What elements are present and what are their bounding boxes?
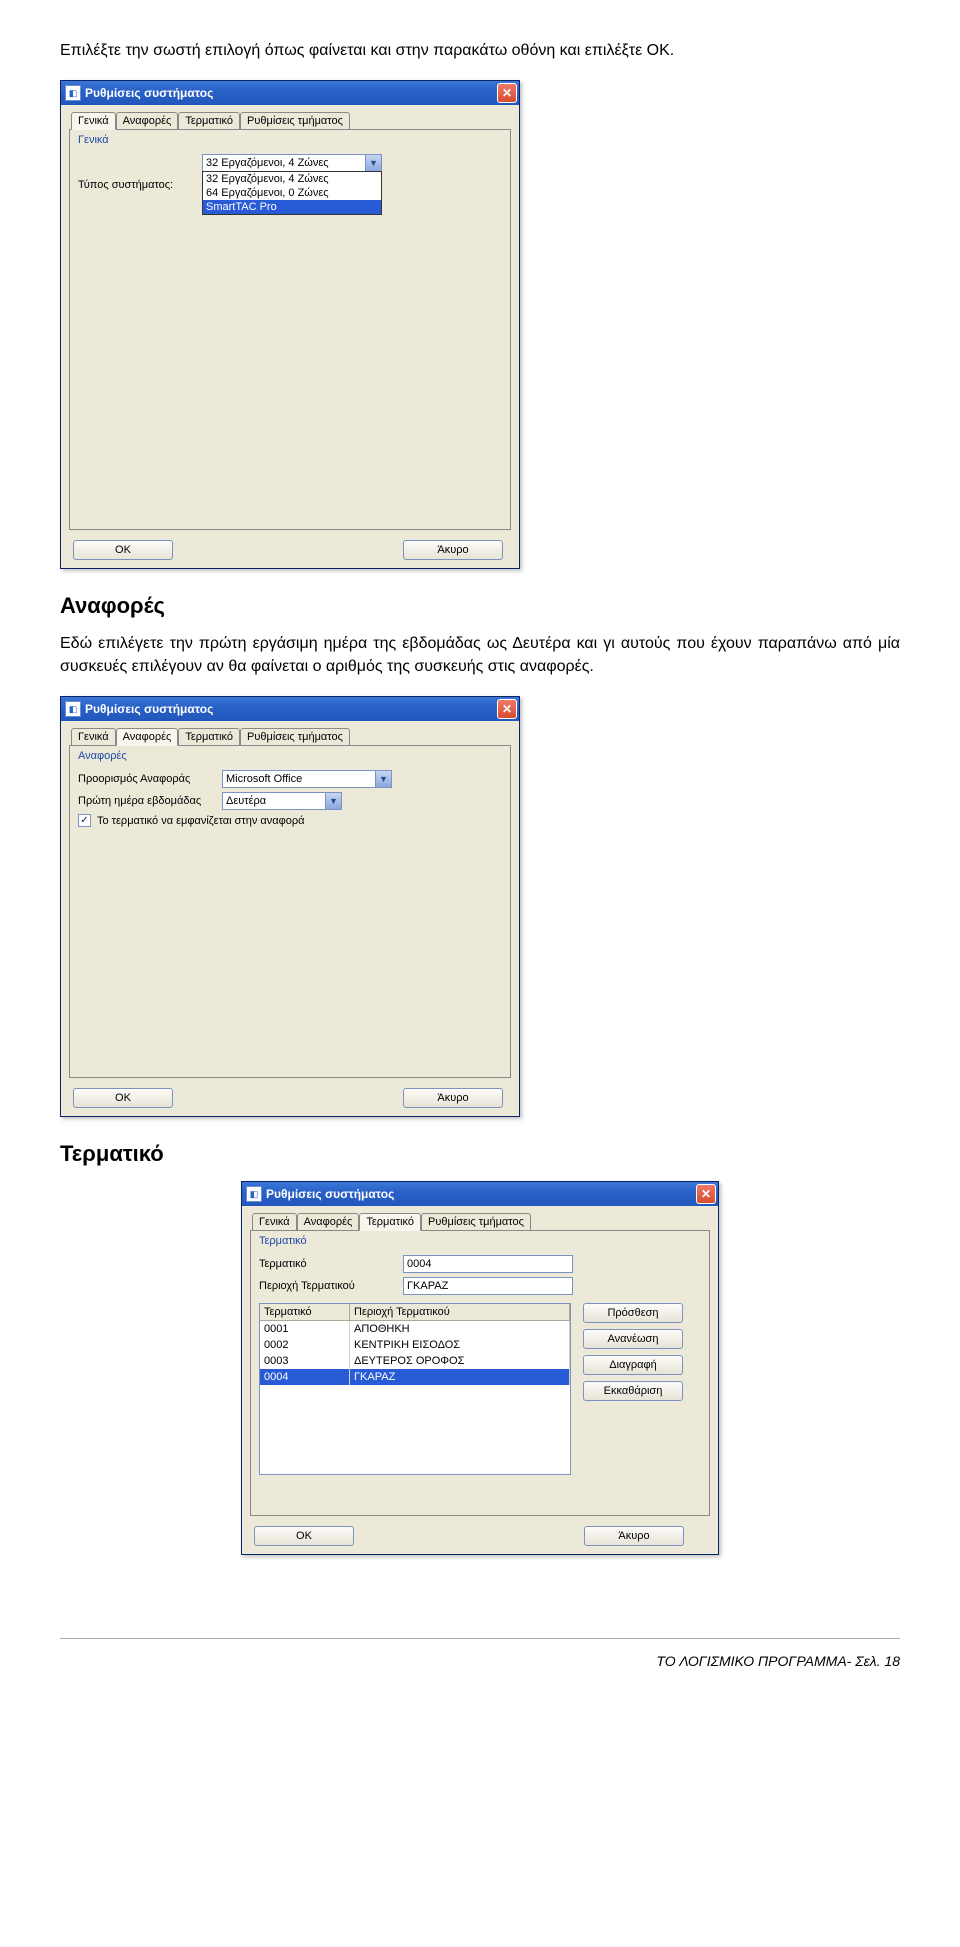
chevron-down-icon[interactable]: ▼ [325,793,341,809]
cell-terminal-id: 0001 [260,1321,350,1337]
cancel-button[interactable]: Άκυρο [403,1088,503,1108]
close-icon[interactable]: ✕ [497,699,517,719]
tab-terminal[interactable]: Τερματικό [178,112,240,130]
cell-terminal-area: ΑΠΟΘΗΚΗ [350,1321,570,1337]
dialog-buttons: OK Άκυρο [69,540,511,560]
close-icon[interactable]: ✕ [696,1184,716,1204]
col-area[interactable]: Περιοχή Τερματικού [350,1304,570,1320]
tabs: Γενικά Αναφορές Τερματικό Ρυθμίσεις τμήμ… [69,727,511,745]
systype-option[interactable]: SmartTAC Pro [203,200,381,214]
systype-label: Τύπος συστήματος: [78,179,196,191]
firstday-label: Πρώτη ημέρα εβδομάδας [78,795,216,807]
tab-general[interactable]: Γενικά [252,1213,297,1231]
tabpane-terminal: Τερματικό Τερματικό 0004 Περιοχή Τερματι… [250,1230,710,1516]
app-icon: ◧ [65,85,81,101]
cell-terminal-area: ΚΕΝΤΡΙΚΗ ΕΙΣΟΔΟΣ [350,1337,570,1353]
heading-reports: Αναφορές [60,593,900,619]
close-icon[interactable]: ✕ [497,83,517,103]
dialog-buttons: OK Άκυρο [250,1526,710,1546]
systype-option[interactable]: 64 Εργαζόμενοι, 0 Ζώνες [203,186,381,200]
titlebar: ◧ Ρυθμίσεις συστήματος ✕ [61,697,519,721]
term-label: Τερματικό [259,1258,397,1270]
titlebar: ◧ Ρυθμίσεις συστήματος ✕ [242,1182,718,1206]
heading-terminal: Τερματικό [60,1141,900,1167]
cancel-button[interactable]: Άκυρο [403,540,503,560]
tab-general[interactable]: Γενικά [71,112,116,130]
dest-label: Προορισμός Αναφοράς [78,773,216,785]
table-row[interactable]: 0003ΔΕΥΤΕΡΟΣ ΟΡΟΦΟΣ [260,1353,570,1369]
group-reports: Αναφορές [78,750,502,762]
clear-button[interactable]: Εκκαθάριση [583,1381,683,1401]
app-icon: ◧ [65,701,81,717]
tab-dept[interactable]: Ρυθμίσεις τμήματος [240,728,350,746]
tabs: Γενικά Αναφορές Τερματικό Ρυθμίσεις τμήμ… [250,1212,710,1230]
ok-button[interactable]: OK [254,1526,354,1546]
tabpane-reports: Αναφορές Προορισμός Αναφοράς Microsoft O… [69,745,511,1078]
dialog-general: ◧ Ρυθμίσεις συστήματος ✕ Γενικά Αναφορές… [60,80,520,569]
ok-button[interactable]: OK [73,540,173,560]
cell-terminal-id: 0004 [260,1369,350,1385]
table-row[interactable]: 0001ΑΠΟΘΗΚΗ [260,1321,570,1337]
reports-text: Εδώ επιλέγετε την πρώτη εργάσιμη ημέρα τ… [60,633,900,678]
footer-divider [60,1638,900,1639]
chevron-down-icon[interactable]: ▼ [365,155,381,171]
check-label: Το τερματικό να εμφανίζεται στην αναφορά [97,815,305,827]
tab-reports[interactable]: Αναφορές [116,112,179,130]
table-row[interactable]: 0002ΚΕΝΤΡΙΚΗ ΕΙΣΟΔΟΣ [260,1337,570,1353]
group-general: Γενικά [78,134,502,146]
terminal-buttons: Πρόσθεση Ανανέωση Διαγραφή Εκκαθάριση [583,1303,683,1475]
tab-reports[interactable]: Αναφορές [297,1213,360,1231]
intro-text: Επιλέξτε την σωστή επιλογή όπως φαίνεται… [60,40,900,62]
dest-value: Microsoft Office [223,773,375,785]
cancel-button[interactable]: Άκυρο [584,1526,684,1546]
term-input[interactable]: 0004 [403,1255,573,1273]
tab-terminal[interactable]: Τερματικό [178,728,240,746]
dialog-title: Ρυθμίσεις συστήματος [85,702,213,716]
systype-value: 32 Εργαζόμενοι, 4 Ζώνες [203,157,365,169]
terminal-list[interactable]: Τερματικό Περιοχή Τερματικού 0001ΑΠΟΘΗΚΗ… [259,1303,571,1475]
firstday-value: Δευτέρα [223,795,325,807]
col-terminal[interactable]: Τερματικό [260,1304,350,1320]
chevron-down-icon[interactable]: ▼ [375,771,391,787]
renew-button[interactable]: Ανανέωση [583,1329,683,1349]
delete-button[interactable]: Διαγραφή [583,1355,683,1375]
cell-terminal-area: ΔΕΥΤΕΡΟΣ ΟΡΟΦΟΣ [350,1353,570,1369]
check-terminal-in-report[interactable]: ✓ Το τερματικό να εμφανίζεται στην αναφο… [78,814,502,827]
cell-terminal-area: ΓΚΑΡΑΖ [350,1369,570,1385]
dialog-title: Ρυθμίσεις συστήματος [85,86,213,100]
dialog-buttons: OK Άκυρο [69,1088,511,1108]
ok-button[interactable]: OK [73,1088,173,1108]
app-icon: ◧ [246,1186,262,1202]
tab-dept[interactable]: Ρυθμίσεις τμήματος [240,112,350,130]
cell-terminal-id: 0003 [260,1353,350,1369]
list-header: Τερματικό Περιοχή Τερματικού [260,1304,570,1321]
cell-terminal-id: 0002 [260,1337,350,1353]
area-input[interactable]: ΓΚΑΡΑΖ [403,1277,573,1295]
table-row[interactable]: 0004ΓΚΑΡΑΖ [260,1369,570,1385]
firstday-combobox[interactable]: Δευτέρα ▼ [222,792,342,810]
tab-terminal[interactable]: Τερματικό [359,1213,421,1231]
tabs: Γενικά Αναφορές Τερματικό Ρυθμίσεις τμήμ… [69,111,511,129]
tabpane-general: Γενικά Τύπος συστήματος: 32 Εργαζόμενοι,… [69,129,511,530]
systype-combobox[interactable]: 32 Εργαζόμενοι, 4 Ζώνες ▼ [202,154,382,172]
checkbox-icon[interactable]: ✓ [78,814,91,827]
titlebar: ◧ Ρυθμίσεις συστήματος ✕ [61,81,519,105]
add-button[interactable]: Πρόσθεση [583,1303,683,1323]
dialog-reports: ◧ Ρυθμίσεις συστήματος ✕ Γενικά Αναφορές… [60,696,520,1117]
group-terminal: Τερματικό [259,1235,701,1247]
tab-dept[interactable]: Ρυθμίσεις τμήματος [421,1213,531,1231]
dialog-title: Ρυθμίσεις συστήματος [266,1187,394,1201]
tab-reports[interactable]: Αναφορές [116,728,179,746]
dest-combobox[interactable]: Microsoft Office ▼ [222,770,392,788]
tab-general[interactable]: Γενικά [71,728,116,746]
systype-dropdown: 32 Εργαζόμενοι, 4 Ζώνες 64 Εργαζόμενοι, … [202,171,382,215]
area-label: Περιοχή Τερματικού [259,1280,397,1292]
page-footer: ΤΟ ΛΟΓΙΣΜΙΚΟ ΠΡΟΓΡΑΜΜΑ- Σελ. 18 [656,1653,900,1669]
dialog-terminal: ◧ Ρυθμίσεις συστήματος ✕ Γενικά Αναφορές… [241,1181,719,1555]
systype-option[interactable]: 32 Εργαζόμενοι, 4 Ζώνες [203,172,381,186]
